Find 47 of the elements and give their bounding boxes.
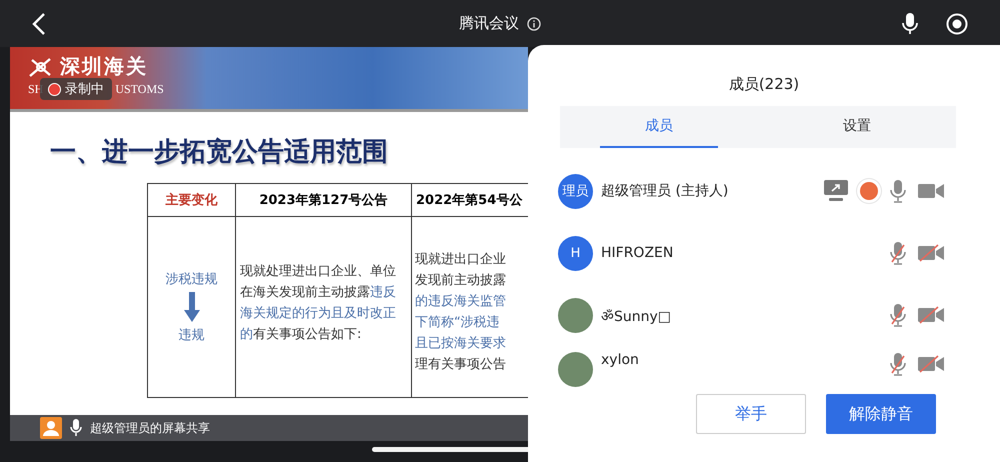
panel-title: 成员(223) — [728, 74, 800, 95]
panel-tab[interactable]: 成员 — [600, 106, 718, 148]
muted-microphone-icon[interactable] — [890, 352, 906, 376]
microphone-icon — [70, 419, 82, 437]
person-avatar-icon — [40, 417, 62, 439]
microphone-icon[interactable] — [902, 12, 918, 36]
logo-subtitle: SH — [28, 82, 44, 97]
table-cell-text: 理有关事项公告 — [415, 356, 507, 374]
back-icon[interactable] — [32, 12, 46, 36]
table-cell: 现就处理进出口企业、单位在海关发现前主动披露违反海关规定的行为且及时改正的有关事项公告如下: — [240, 264, 396, 342]
member-name: HIFROZEN — [601, 245, 674, 261]
table-cell-text: 且已按海关要求 — [415, 335, 507, 353]
video-off-icon[interactable] — [918, 244, 944, 262]
member-name: ॐSunny□ — [601, 308, 672, 324]
record-icon[interactable] — [946, 12, 968, 34]
logo-text: 深圳海关 — [60, 53, 148, 80]
slide-heading: 一、进一步拓宽公告适用范围 — [50, 136, 389, 169]
panel-tab[interactable]: 设置 — [798, 106, 916, 148]
table-header: 主要变化 — [148, 184, 236, 217]
table-cell-text: 发现前主动披露 — [415, 272, 507, 290]
record-button[interactable] — [860, 182, 878, 200]
video-off-icon[interactable] — [918, 306, 944, 324]
screen-share-label: 超级管理员的屏幕共享 — [90, 420, 210, 436]
avatar-photo-placeholder — [558, 298, 593, 332]
down-arrow-icon — [184, 292, 200, 322]
table-cell-text: 的违反海关监管 — [415, 293, 507, 311]
logo-subtitle: USTOMS — [115, 82, 164, 97]
table-cell-text: 涉税违规 — [166, 271, 218, 288]
video-camera-icon[interactable] — [918, 182, 944, 200]
unmute-button[interactable]: 解除静音 — [826, 394, 936, 434]
avatar: H — [558, 236, 593, 270]
avatar: 理员 — [558, 174, 593, 208]
table-cell-text: 现就进出口企业 — [415, 251, 507, 269]
table-cell-text: 下简称“涉税违 — [415, 314, 501, 332]
raise-hand-button[interactable]: 举手 — [696, 394, 806, 434]
screen-share-icon[interactable] — [824, 180, 848, 202]
table-header: 2023年第127号公告 — [236, 184, 412, 217]
member-name: xylon — [601, 352, 640, 368]
avatar-photo-placeholder — [558, 352, 593, 387]
member-name: 超级管理员 (主持人) — [601, 182, 730, 200]
muted-microphone-icon[interactable] — [890, 241, 906, 265]
meeting-title: 腾讯会议 — [459, 14, 519, 33]
recording-label: 录制中 — [65, 80, 104, 98]
info-icon[interactable] — [527, 16, 541, 30]
video-off-icon[interactable] — [918, 355, 944, 373]
table-cell-text: 违规 — [178, 327, 204, 344]
muted-microphone-icon[interactable] — [890, 303, 906, 327]
